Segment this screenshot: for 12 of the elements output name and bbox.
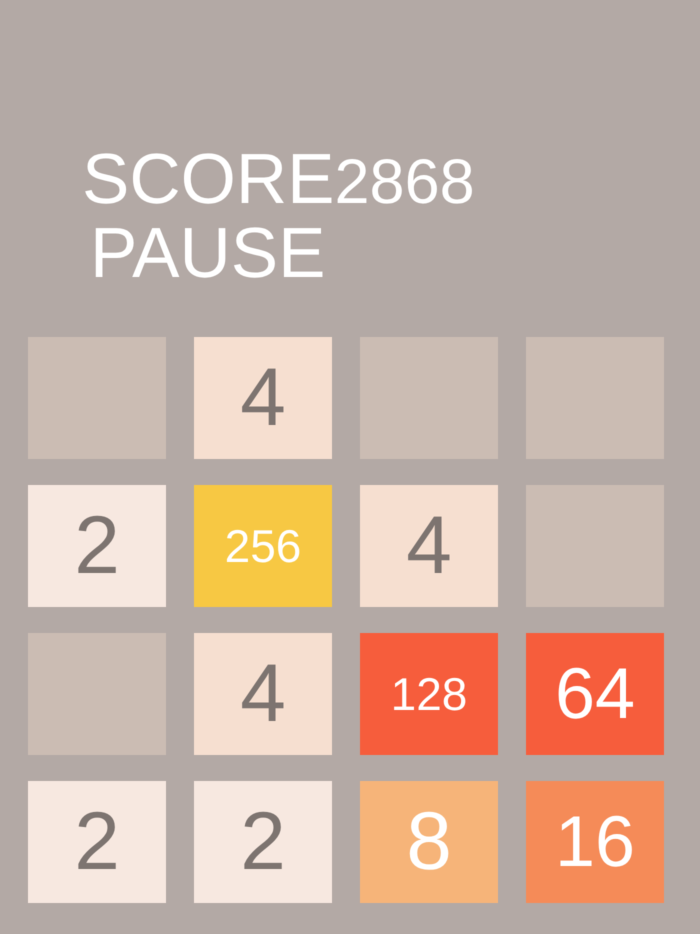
number-tile: 256 [194,485,332,607]
number-tile: 64 [526,633,664,755]
number-tile: 2 [28,485,166,607]
number-tile: 2 [194,781,332,903]
number-tile: 4 [194,337,332,459]
number-tile: 4 [360,485,498,607]
number-tile: 2 [28,781,166,903]
score-value: 2868 [334,146,475,219]
number-tile: 128 [360,633,498,755]
number-tile: 4 [194,633,332,755]
number-tile: 8 [360,781,498,903]
number-tile: 16 [526,781,664,903]
